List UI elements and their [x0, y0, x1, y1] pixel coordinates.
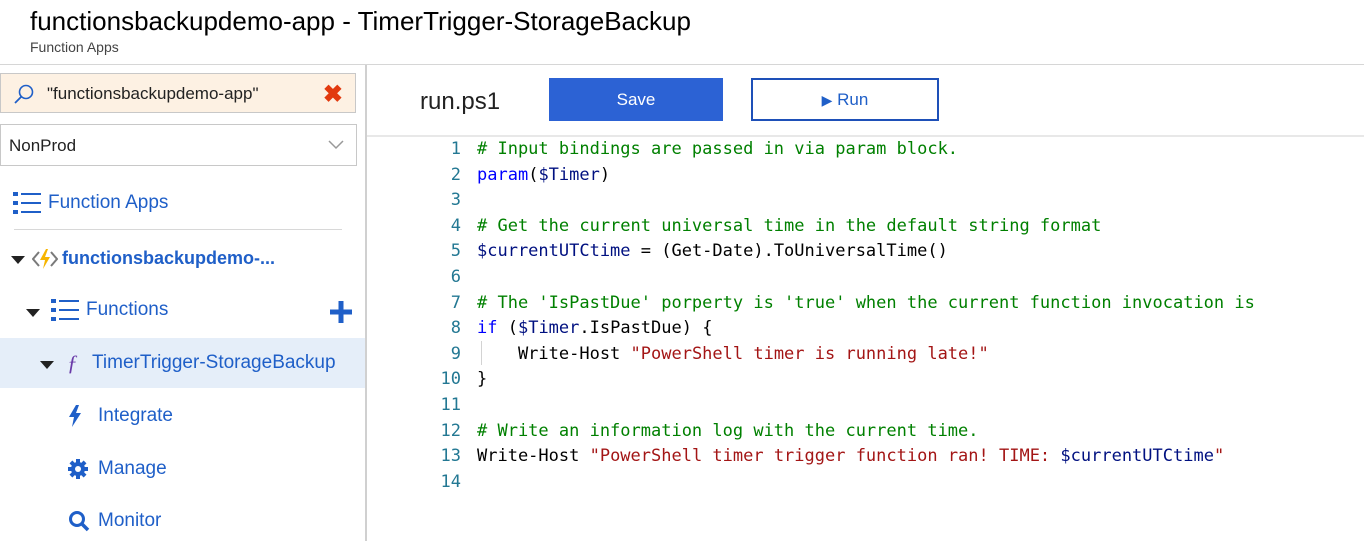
subscription-select[interactable]: NonProd — [0, 124, 357, 166]
line-content: Write-Host "PowerShell timer trigger fun… — [477, 446, 1225, 467]
search-box[interactable]: "functionsbackupdemo-app" ✖ — [0, 73, 356, 113]
code-line[interactable]: 4 # Get the current universal time in the… — [367, 216, 1364, 241]
lightning-icon — [69, 405, 81, 427]
line-number: 14 — [440, 471, 461, 492]
line-content: Write-Host "PowerShell timer is running … — [477, 343, 989, 364]
function-app-icon — [32, 249, 58, 269]
tree-node-function-app[interactable]: functionsbackupdemo-... — [0, 237, 365, 281]
line-content: } — [477, 369, 488, 390]
code-line[interactable]: 7 # The 'IsPastDue' porperty is 'true' wh… — [367, 293, 1364, 318]
line-content: if ($Timer.IsPastDue) { — [477, 318, 713, 339]
run-button[interactable]: ▶ Run — [751, 78, 939, 121]
sidebar-item-label: Integrate — [98, 405, 173, 426]
gear-icon — [68, 459, 88, 479]
expand-caret-icon — [11, 256, 25, 264]
save-button[interactable]: Save — [549, 78, 723, 121]
line-number: 5 — [450, 241, 461, 262]
code-line[interactable]: 3 — [367, 190, 1364, 215]
code-line[interactable]: 5 $currentUTCtime = (Get-Date).ToUniversa… — [367, 241, 1364, 266]
line-number: 1 — [450, 139, 461, 159]
code-line[interactable]: 10} — [367, 369, 1364, 394]
code-line[interactable]: 9 Write-Host "PowerShell timer is runnin… — [367, 344, 1364, 369]
sidebar-item-label: Functions — [86, 299, 169, 320]
line-number: 7 — [450, 292, 461, 313]
divider — [14, 229, 342, 230]
tree-node-function-selected[interactable]: ƒ TimerTrigger-StorageBackup — [0, 338, 365, 388]
code-line[interactable]: 11 — [367, 395, 1364, 420]
search-icon — [14, 84, 34, 104]
subscription-select-value: NonProd — [9, 136, 77, 155]
page-subtitle: Function Apps — [30, 39, 119, 55]
search-input[interactable]: "functionsbackupdemo-app" — [47, 84, 258, 104]
line-number: 3 — [450, 190, 461, 211]
list-icon — [51, 299, 79, 321]
line-number: 11 — [440, 395, 461, 415]
code-line[interactable]: 1 # Input bindings are passed in via para… — [367, 139, 1364, 164]
sidebar: "functionsbackupdemo-app" ✖ NonProd Func… — [0, 65, 367, 541]
line-content: $currentUTCtime = (Get-Date).ToUniversal… — [477, 241, 948, 262]
list-icon — [13, 192, 41, 214]
sidebar-item-label: Function Apps — [48, 192, 169, 213]
code-line[interactable]: 8 if ($Timer.IsPastDue) { — [367, 318, 1364, 343]
line-number: 6 — [450, 267, 461, 287]
expand-caret-icon — [40, 361, 54, 369]
blade-header: functionsbackupdemo-app - TimerTrigger-S… — [0, 0, 1364, 65]
line-number: 2 — [450, 164, 461, 185]
code-line[interactable]: 2 param($Timer) — [367, 165, 1364, 190]
sidebar-item-monitor[interactable]: Monitor — [0, 498, 365, 542]
sidebar-item-function-apps[interactable]: Function Apps — [0, 180, 365, 224]
function-name: TimerTrigger-StorageBackup — [92, 352, 336, 373]
line-content: # The 'IsPastDue' porperty is 'true' whe… — [477, 292, 1255, 313]
page-title: functionsbackupdemo-app - TimerTrigger-S… — [30, 6, 691, 36]
line-content: # Input bindings are passed in via param… — [477, 139, 959, 159]
tree-node-functions[interactable]: Functions — [0, 289, 365, 333]
code-line[interactable]: 12 # Write an information log with the cu… — [367, 421, 1364, 446]
code-line[interactable]: 14 — [367, 472, 1364, 497]
expand-caret-icon — [26, 309, 40, 317]
line-content: # Write an information log with the curr… — [477, 420, 979, 441]
code-line[interactable]: 6 — [367, 267, 1364, 292]
function-app-name: functionsbackupdemo-... — [62, 248, 276, 268]
sidebar-item-manage[interactable]: Manage — [0, 446, 365, 490]
sidebar-item-integrate[interactable]: Integrate — [0, 393, 365, 437]
line-number: 9 — [450, 343, 461, 364]
line-number: 8 — [450, 318, 461, 339]
search-icon — [69, 511, 90, 532]
run-button-label: Run — [837, 89, 869, 109]
line-content: # Get the current universal time in the … — [477, 215, 1102, 236]
line-number: 4 — [450, 215, 461, 236]
close-icon[interactable]: ✖ — [323, 80, 343, 109]
function-icon: ƒ — [67, 350, 78, 375]
line-number: 13 — [440, 446, 461, 467]
file-name: run.ps1 — [420, 88, 501, 115]
sidebar-item-label: Monitor — [98, 510, 162, 531]
line-number: 12 — [440, 420, 461, 441]
play-icon: ▶ — [821, 91, 833, 108]
sidebar-item-label: Manage — [98, 458, 167, 479]
line-content: param($Timer) — [477, 164, 611, 185]
code-line[interactable]: 13 Write-Host "PowerShell timer trigger f… — [367, 446, 1364, 471]
add-icon[interactable] — [330, 301, 352, 323]
line-number: 10 — [440, 369, 461, 390]
editor-area: run.ps1 Save ▶ Run 1 # Input bindings are… — [367, 65, 1364, 541]
chevron-down-icon — [328, 140, 344, 150]
code-editor[interactable]: 1 # Input bindings are passed in via para… — [367, 135, 1364, 492]
